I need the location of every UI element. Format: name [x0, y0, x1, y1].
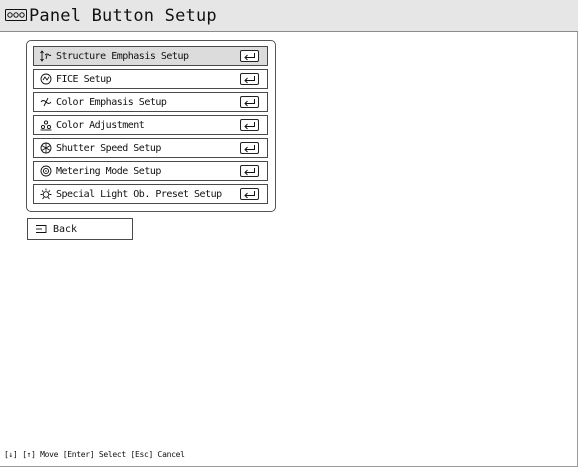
key-hints-status-bar: [↓] [↑] Move [Enter] Select [Esc] Cancel — [4, 450, 185, 459]
back-icon — [36, 225, 47, 233]
menu-item-color-adjustment[interactable]: Color Adjustment — [33, 115, 268, 135]
shutter-speed-icon — [40, 142, 52, 154]
color-adjustment-icon — [40, 120, 52, 131]
menu-item-label: Special Light Ob. Preset Setup — [56, 189, 222, 200]
fice-icon — [40, 73, 52, 85]
menu-item-label: Metering Mode Setup — [56, 166, 161, 177]
enter-key-icon — [240, 188, 259, 200]
enter-key-icon — [240, 50, 259, 62]
enter-key-icon — [240, 119, 259, 131]
title-bar: Panel Button Setup — [0, 0, 578, 32]
back-label: Back — [53, 224, 78, 235]
menu-item-label: Structure Emphasis Setup — [56, 51, 189, 62]
enter-key-icon — [240, 165, 259, 177]
page-title: Panel Button Setup — [29, 6, 217, 26]
menu-item-label: Color Adjustment — [56, 120, 145, 131]
color-emphasis-icon — [40, 97, 52, 107]
menu-item-shutter-speed-setup[interactable]: Shutter Speed Setup — [33, 138, 268, 158]
panel-buttons-icon — [5, 9, 27, 21]
menu-item-color-emphasis-setup[interactable]: Color Emphasis Setup — [33, 92, 268, 112]
menu-item-special-light-ob-preset-setup[interactable]: Special Light Ob. Preset Setup — [33, 184, 268, 204]
menu-item-label: Color Emphasis Setup — [56, 97, 167, 108]
enter-key-icon — [240, 73, 259, 85]
back-button[interactable]: Back — [27, 218, 133, 240]
menu-item-label: FICE Setup — [56, 74, 112, 85]
menu-item-structure-emphasis-setup[interactable]: Structure Emphasis Setup — [33, 46, 268, 66]
menu-item-label: Shutter Speed Setup — [56, 143, 161, 154]
enter-key-icon — [240, 142, 259, 154]
special-light-icon — [40, 188, 52, 200]
structure-emphasis-icon — [40, 50, 52, 62]
enter-key-icon — [240, 96, 259, 108]
menu-item-metering-mode-setup[interactable]: Metering Mode Setup — [33, 161, 268, 181]
menu-item-fice-setup[interactable]: FICE Setup — [33, 69, 268, 89]
metering-mode-icon — [40, 165, 52, 177]
